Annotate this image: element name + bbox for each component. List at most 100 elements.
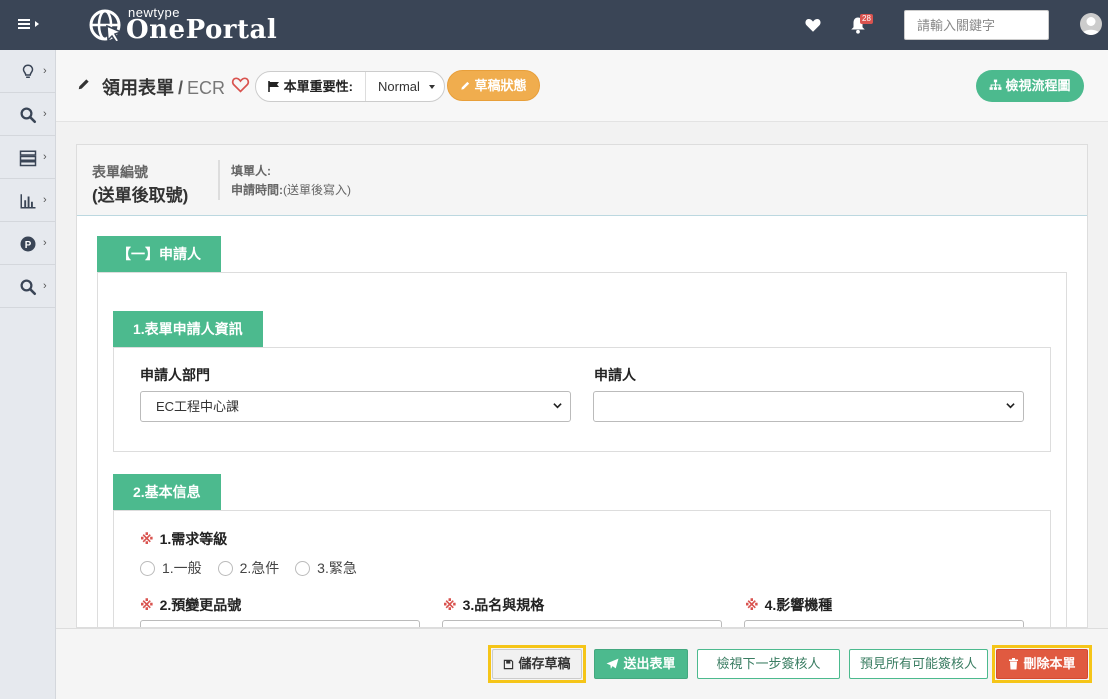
caret-down-icon <box>429 85 435 89</box>
demand-level-radio-group: 1.一般 2.急件 3.緊急 <box>140 558 369 578</box>
floppy-disk-icon <box>504 659 514 670</box>
paper-plane-icon <box>607 658 619 669</box>
demand-option-urgent[interactable]: 2.急件 <box>217 560 280 576</box>
demand-option-normal[interactable]: 1.一般 <box>140 560 202 576</box>
chevron-right-icon: › <box>43 194 47 206</box>
search-input[interactable] <box>904 10 1049 40</box>
favorites-heart-icon[interactable] <box>804 16 822 34</box>
demand-level-label: ※ 1.需求等級 <box>140 529 227 549</box>
product-name-label-text: 3.品名與規格 <box>462 597 545 613</box>
globe-cursor-icon <box>89 9 124 43</box>
product-name-label: ※ 3.品名與規格 <box>443 595 544 615</box>
search-icon <box>20 107 37 124</box>
form-code: ECR <box>187 78 226 98</box>
notification-badge: 28 <box>860 14 873 24</box>
action-bar: 儲存草稿 送出表單 檢視下一步簽核人 預見所有可能簽核人 刪除本單 <box>56 628 1108 699</box>
page-title-text: 領用表單 <box>102 78 174 98</box>
apply-time-value: (送單後寫入) <box>283 183 351 197</box>
applicant-select[interactable] <box>593 391 1024 422</box>
importance-label: 本單重要性: <box>256 72 366 101</box>
delete-form-label: 刪除本單 <box>1023 656 1076 671</box>
chevron-down-icon <box>553 403 562 409</box>
required-mark: ※ <box>745 597 759 613</box>
chevron-right-icon: › <box>43 108 47 120</box>
dept-select-value: EC工程中心課 <box>156 399 240 414</box>
demand-option-label: 2.急件 <box>239 560 280 576</box>
filler-label: 填單人: <box>231 164 271 178</box>
sidebar-item-parking[interactable]: P › <box>0 222 55 265</box>
demand-option-critical[interactable]: 3.緊急 <box>295 560 357 576</box>
header-divider <box>218 160 220 200</box>
chevron-right-icon: › <box>43 151 47 163</box>
apply-time-label: 申請時間: <box>231 183 283 197</box>
demand-level-label-text: 1.需求等級 <box>159 531 228 547</box>
p-circle-icon: P <box>20 236 36 252</box>
favorite-heart-icon[interactable] <box>231 76 250 93</box>
dept-select[interactable]: EC工程中心課 <box>140 391 571 422</box>
section-applicant-tab[interactable]: 【一】申請人 <box>97 236 221 272</box>
search-icon <box>20 279 37 296</box>
form-info-header: 表單編號 (送單後取號) 填單人: 申請時間:(送單後寫入) <box>77 145 1087 216</box>
model-label-text: 4.影響機種 <box>764 597 833 613</box>
hamburger-icon <box>18 19 30 29</box>
importance-value: Normal <box>378 79 420 94</box>
sidebar-item-ideas[interactable]: › <box>0 50 55 93</box>
save-draft-label: 儲存草稿 <box>518 656 571 671</box>
view-flowchart-button[interactable]: 檢視流程圖 <box>976 70 1084 102</box>
caret-right-icon <box>35 21 39 27</box>
form-number-label: 表單編號 <box>92 164 148 180</box>
top-navbar: newtype OnePortal 28 <box>0 0 1108 50</box>
sidebar-item-search[interactable]: › <box>0 93 55 136</box>
part-no-select[interactable] <box>140 620 420 627</box>
server-icon <box>19 150 37 167</box>
menu-toggle-button[interactable] <box>18 15 48 35</box>
sidebar-item-search-2[interactable]: › <box>0 265 55 308</box>
user-avatar[interactable] <box>1080 13 1102 35</box>
delete-form-button[interactable]: 刪除本單 <box>996 649 1088 679</box>
radio-button[interactable] <box>295 561 311 576</box>
preview-all-approvers-button[interactable]: 預見所有可能簽核人 <box>849 649 988 679</box>
model-select[interactable] <box>744 620 1024 627</box>
dept-label: 申請人部門 <box>140 367 210 383</box>
sidebar-item-servers[interactable]: › <box>0 136 55 179</box>
sidebar-item-reports[interactable]: › <box>0 179 55 222</box>
form-card: 表單編號 (送單後取號) 填單人: 申請時間:(送單後寫入) 【一】申請人 1.… <box>76 144 1088 628</box>
app-logo[interactable]: newtype OnePortal <box>88 5 278 45</box>
subsection-applicant-info-tab[interactable]: 1.表單申請人資訊 <box>113 311 263 347</box>
view-next-approver-button[interactable]: 檢視下一步簽核人 <box>697 649 840 679</box>
logo-title: OnePortal <box>126 15 278 45</box>
save-draft-button[interactable]: 儲存草稿 <box>492 649 582 679</box>
radio-button[interactable] <box>140 561 155 576</box>
view-flowchart-label: 檢視流程圖 <box>1005 78 1071 93</box>
sitemap-icon <box>990 79 1002 90</box>
chevron-right-icon: › <box>43 280 47 292</box>
chevron-right-icon: › <box>43 237 47 249</box>
submit-form-button[interactable]: 送出表單 <box>594 649 688 679</box>
sidebar: › › › › P › › <box>0 50 56 699</box>
trash-icon <box>1009 658 1019 670</box>
pencil-icon <box>78 79 89 90</box>
apply-time: 申請時間:(送單後寫入) <box>231 181 351 198</box>
page-header: 領用表單 / ECR 本單重要性: Normal 草稿狀態 檢視流程圖 <box>56 50 1108 122</box>
submit-form-label: 送出表單 <box>623 656 676 671</box>
importance-label-text: 本單重要性: <box>283 79 353 94</box>
applicant-label: 申請人 <box>594 367 636 383</box>
demand-option-label: 3.緊急 <box>317 560 357 576</box>
page-title: 領用表單 / ECR <box>102 74 225 100</box>
subsection-basic-info-tab[interactable]: 2.基本信息 <box>113 474 221 510</box>
part-no-label-text: 2.預變更品號 <box>159 597 242 613</box>
required-mark: ※ <box>140 597 154 613</box>
model-label: ※ 4.影響機種 <box>745 595 832 615</box>
flag-icon <box>268 81 279 92</box>
product-name-select[interactable] <box>442 620 722 627</box>
part-no-label: ※ 2.預變更品號 <box>140 595 241 615</box>
form-number-value: (送單後取號) <box>92 186 189 205</box>
draft-status-button[interactable]: 草稿狀態 <box>447 70 540 101</box>
required-mark: ※ <box>443 597 457 613</box>
required-mark: ※ <box>140 531 154 547</box>
pencil-icon <box>461 81 470 90</box>
draft-status-label: 草稿狀態 <box>474 78 527 93</box>
title-separator: / <box>178 78 184 98</box>
importance-dropdown[interactable]: 本單重要性: Normal <box>255 71 445 102</box>
radio-button[interactable] <box>217 561 233 576</box>
